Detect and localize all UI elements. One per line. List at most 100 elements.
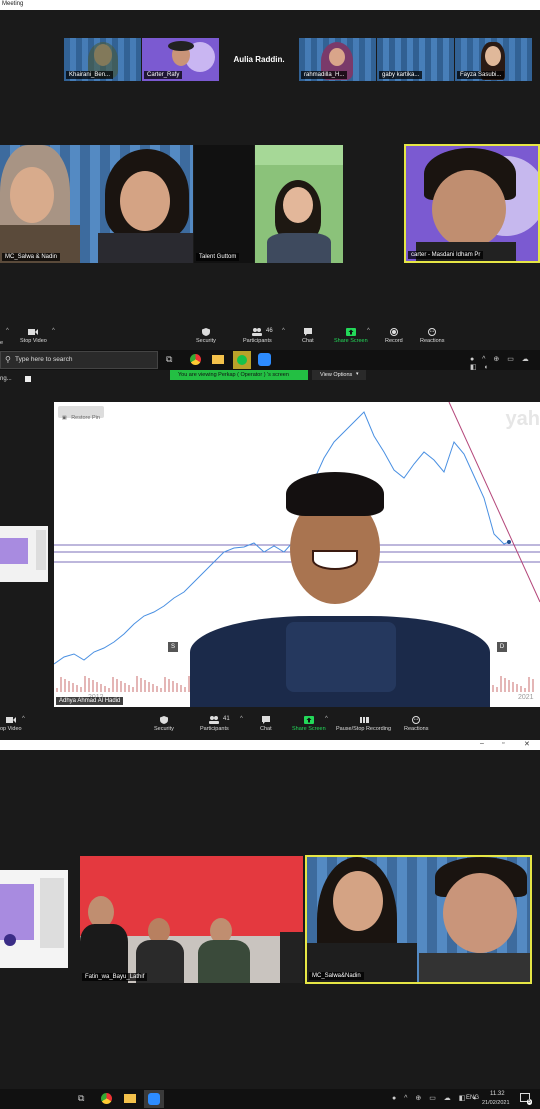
axis-year-right: 2021	[518, 694, 534, 701]
screen-share-banner: You are viewing Perkap ( Operator ) 's s…	[170, 370, 308, 380]
system-tray-icons[interactable]: ● ^ ⊕ ▭ ☁ ◧ ◐	[470, 355, 540, 371]
volume-bar	[96, 682, 98, 692]
reactions-button[interactable]: Reactions	[420, 328, 444, 344]
task-view-icon[interactable]: ⧉	[78, 1093, 84, 1104]
meeting-toolbar-2: op Video ^ Security Participants 41 ^ Ch…	[0, 710, 540, 740]
window-titlebar-3: – ▫ ✕	[0, 740, 540, 750]
marker-d2: D	[497, 642, 507, 652]
chevron-down-icon: ▾	[356, 371, 359, 377]
close-icon[interactable]: ✕	[524, 740, 530, 748]
reactions-icon	[428, 328, 437, 336]
shared-slide-thumbnail[interactable]	[0, 526, 48, 582]
chrome-icon[interactable]	[101, 1093, 112, 1104]
chat-button-2[interactable]: Chat	[260, 716, 272, 732]
security-button-2[interactable]: Security	[154, 716, 174, 732]
stop-video-button[interactable]: Stop Video	[20, 328, 47, 344]
video-camera-icon	[28, 329, 39, 335]
volume-bar	[144, 680, 146, 692]
shield-icon	[159, 716, 168, 724]
volume-bar	[112, 677, 114, 692]
volume-bar	[88, 678, 90, 692]
volume-bar	[180, 685, 182, 692]
zoom-app-icon[interactable]	[258, 353, 271, 366]
minimize-icon[interactable]: –	[480, 740, 484, 747]
volume-bar	[80, 687, 82, 692]
chrome-icon[interactable]	[190, 354, 201, 365]
participant-name: MC_Salwa & Nadin	[2, 253, 61, 261]
video-tile-carter-masdani[interactable]: carter - Masdani Idham Pr	[404, 144, 540, 263]
partial-window-label: ng...	[0, 376, 12, 382]
stop-icon[interactable]	[25, 376, 31, 382]
volume-bar	[168, 679, 170, 692]
chart-watermark: yah	[505, 408, 540, 430]
file-explorer-icon[interactable]	[124, 1094, 136, 1103]
maximize-icon[interactable]: ▫	[502, 740, 504, 747]
volume-bar	[128, 685, 130, 692]
share-screen-button-2[interactable]: Share Screen	[292, 716, 326, 732]
video-tile-mc-salwa-nadin[interactable]: MC_Salwa & Nadin	[0, 145, 193, 263]
participant-name: rahmadilla_H...	[301, 71, 348, 79]
volume-bar	[156, 686, 158, 692]
volume-bar	[124, 683, 126, 692]
participant-name-center: Aulia Raddin.	[233, 55, 285, 64]
thumb-gaby[interactable]: gaby kartika...	[377, 38, 454, 81]
video-options-caret[interactable]: ^	[52, 328, 55, 334]
volume-bar	[492, 685, 494, 692]
thumb-fayza[interactable]: Fayza Sasubi...	[455, 38, 532, 81]
participant-name: Carter_Rafy	[144, 71, 183, 79]
presenter-video[interactable]	[190, 466, 490, 707]
participants-caret[interactable]: ^	[282, 328, 285, 334]
clock-date[interactable]: 21/02/2021	[482, 1100, 510, 1106]
volume-bar	[136, 676, 138, 692]
volume-bar	[176, 683, 178, 692]
shield-icon	[201, 328, 210, 336]
thumb-aulia[interactable]: Aulia Raddin.	[220, 38, 298, 81]
participants-icon	[252, 328, 263, 336]
video-tile-talent-guttom[interactable]: Talent Guttom	[194, 145, 254, 263]
shared-screen[interactable]: ▣ Restore Pin yah S D D 2012 2021 Adhya …	[54, 402, 540, 707]
window-titlebar: Meeting	[0, 0, 540, 10]
taskbar-search[interactable]: ⚲ Type here to search	[0, 351, 158, 369]
thumb-carter-rafy[interactable]: Carter_Rafy	[142, 38, 219, 81]
video-options-caret-2[interactable]: ^	[22, 716, 25, 722]
participants-caret-2[interactable]: ^	[240, 716, 243, 722]
notification-count: 5	[527, 1099, 532, 1105]
volume-bar	[108, 688, 110, 692]
shared-slide-thumbnail-3[interactable]	[0, 870, 68, 968]
volume-bar	[520, 686, 522, 692]
participant-count: 46	[266, 328, 273, 334]
pause-stop-recording-button[interactable]: Pause/Stop Recording	[336, 716, 391, 732]
restore-pin-button[interactable]: ▣ Restore Pin	[58, 406, 104, 421]
toolbar-caret[interactable]: ^	[6, 328, 9, 334]
view-options-button[interactable]: View Options ▾	[312, 370, 366, 380]
volume-bar	[184, 687, 186, 692]
screen-share-banner-text: You are viewing Perkap ( Operator ) 's s…	[178, 372, 289, 378]
volume-bar	[100, 684, 102, 692]
reactions-button-2[interactable]: Reactions	[404, 716, 428, 732]
volume-bar	[532, 679, 534, 692]
share-options-caret-2[interactable]: ^	[325, 716, 328, 722]
video-tile-talent-guttom-feed[interactable]	[255, 145, 343, 263]
security-button[interactable]: Security	[196, 328, 216, 344]
chat-button[interactable]: Chat	[302, 328, 314, 344]
record-button[interactable]: Record	[385, 328, 403, 344]
zoom-app-icon[interactable]	[144, 1090, 164, 1108]
volume-bar	[60, 677, 62, 692]
clock-time[interactable]: 11.32	[490, 1091, 505, 1097]
toolbar-partial-button[interactable]: e	[0, 340, 3, 346]
share-options-caret[interactable]: ^	[367, 328, 370, 334]
video-tile-fatin-bayu-lathif[interactable]: Fatin_wa_Bayu_Lathif	[80, 856, 303, 983]
chat-icon	[303, 328, 312, 336]
file-explorer-icon[interactable]	[212, 355, 224, 364]
share-screen-button[interactable]: Share Screen	[334, 328, 368, 344]
volume-bar	[120, 681, 122, 692]
volume-bar	[72, 683, 74, 692]
task-view-icon[interactable]: ⧉	[166, 354, 172, 365]
thumb-rahmadilla[interactable]: rahmadilla_H...	[299, 38, 376, 81]
video-tile-mc-salwa-nadin-3[interactable]: MC_Salwa&Nadin	[305, 855, 532, 984]
stop-video-button-2[interactable]: op Video	[0, 716, 22, 732]
language-indicator[interactable]: ENG	[466, 1095, 479, 1101]
line-app-icon[interactable]	[233, 351, 251, 369]
record-icon	[389, 328, 398, 336]
thumb-khairani[interactable]: Khairani_Ben...	[64, 38, 141, 81]
